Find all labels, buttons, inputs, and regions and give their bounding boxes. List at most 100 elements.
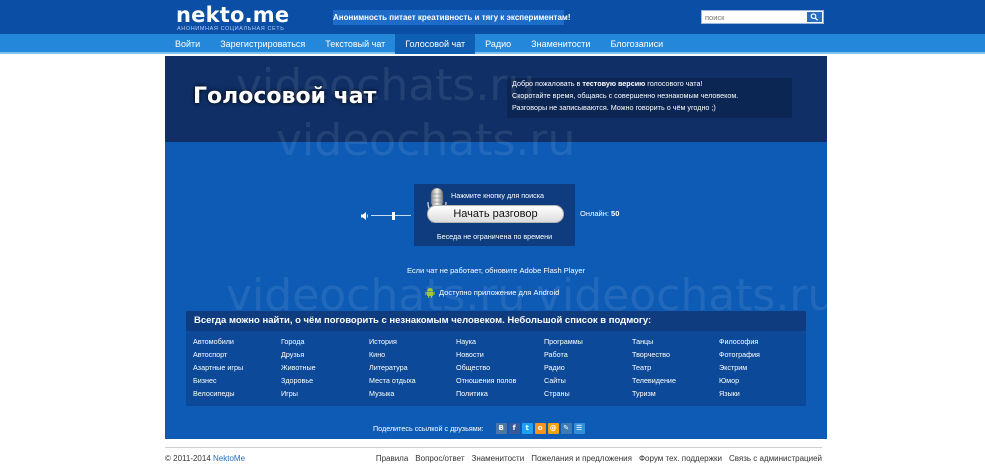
online-label: Онлайн: bbox=[580, 209, 609, 218]
online-count: 50 bbox=[611, 209, 620, 218]
logo-subtitle: АНОНИМНАЯ СОЦИАЛЬНАЯ СЕТЬ bbox=[177, 26, 285, 32]
topic-item[interactable]: Друзья bbox=[281, 348, 316, 361]
topics-panel: Всегда можно найти, о чём поговорить с н… bbox=[186, 311, 806, 406]
nav-register[interactable]: Зарегистрироваться bbox=[210, 34, 315, 54]
topic-column: Автомобили Автоспорт Азартные игры Бизнес Ве… bbox=[193, 335, 243, 400]
site-slogan: Анонимность питает креативность и тягу к… bbox=[333, 10, 571, 25]
topic-item[interactable]: Фотография bbox=[719, 348, 760, 361]
mail-icon[interactable]: @ bbox=[547, 422, 559, 434]
topic-item[interactable]: История bbox=[369, 335, 416, 348]
android-app-label: Доступно приложение для Android bbox=[439, 287, 560, 297]
topic-item[interactable]: Азартные игры bbox=[193, 361, 243, 374]
welcome-line-1-pre: Добро пожаловать в bbox=[512, 79, 583, 88]
topics-title: Всегда можно найти, о чём поговорить с н… bbox=[186, 311, 806, 331]
search-button[interactable] bbox=[807, 12, 822, 22]
welcome-line-3: Разговоры не записываются. Можно говорит… bbox=[512, 103, 716, 112]
call-time-note: Беседа не ограничена по времени bbox=[436, 232, 553, 241]
topic-item[interactable]: Музыка bbox=[369, 387, 416, 400]
liveinternet-icon[interactable]: ☰ bbox=[573, 422, 585, 434]
page-title: Голосовой чат bbox=[193, 84, 377, 109]
footer-link[interactable]: Связь с администрацией bbox=[729, 454, 822, 463]
topic-item[interactable]: Танцы bbox=[632, 335, 676, 348]
footer-link[interactable]: Правила bbox=[376, 454, 408, 463]
topic-item[interactable]: Кино bbox=[369, 348, 416, 361]
topic-item[interactable]: Здоровье bbox=[281, 374, 316, 387]
topic-item[interactable]: Животные bbox=[281, 361, 316, 374]
topic-column: Города Друзья Животные Здоровье Игры bbox=[281, 335, 316, 400]
topic-item[interactable]: Работа bbox=[544, 348, 583, 361]
copyright: © 2011-2014 NektoMe bbox=[165, 454, 245, 463]
twitter-icon[interactable]: t bbox=[521, 422, 533, 434]
topic-item[interactable]: Новости bbox=[456, 348, 516, 361]
topic-item[interactable]: Страны bbox=[544, 387, 583, 400]
copyright-brand-link[interactable]: NektoMe bbox=[213, 454, 245, 463]
share-label: Поделитесь ссылкой с друзьями: bbox=[373, 423, 484, 433]
topic-column: Философия Фотография Экстрим Юмор Языки bbox=[719, 335, 760, 400]
search-icon bbox=[810, 13, 819, 21]
topic-column: Программы Работа Радио Сайты Страны bbox=[544, 335, 583, 400]
topic-item[interactable]: Туризм bbox=[632, 387, 676, 400]
topic-column: Наука Новости Общество Отношения полов Полит… bbox=[456, 335, 516, 400]
topic-item[interactable]: Автомобили bbox=[193, 335, 243, 348]
speaker-icon bbox=[361, 212, 369, 220]
topic-column: Танцы Творчество Театр Телевидение Туризм bbox=[632, 335, 676, 400]
topic-item[interactable]: Творчество bbox=[632, 348, 676, 361]
nav-blog-posts[interactable]: Блогозаписи bbox=[600, 34, 673, 54]
facebook-icon[interactable]: f bbox=[508, 422, 520, 434]
flash-player-note[interactable]: Если чат не работает, обновите Adobe Fla… bbox=[165, 266, 827, 275]
topic-item[interactable]: Экстрим bbox=[719, 361, 760, 374]
call-hint: Нажмите кнопку для поиска bbox=[451, 191, 545, 200]
topic-item[interactable]: Литература bbox=[369, 361, 416, 374]
footer-divider bbox=[165, 447, 822, 448]
share-icons: Вf t о @ ✎ ☰ bbox=[495, 422, 585, 434]
topic-column: История Кино Литература Места отдыха Музыка bbox=[369, 335, 416, 400]
topic-item[interactable]: Бизнес bbox=[193, 374, 243, 387]
share-bar: Поделитесь ссылкой с друзьями: Вf t о @ ✎ ☰ bbox=[373, 421, 585, 435]
topic-item[interactable]: Программы bbox=[544, 335, 583, 348]
topic-item[interactable]: Радио bbox=[544, 361, 583, 374]
topic-item[interactable]: Языки bbox=[719, 387, 760, 400]
footer-link[interactable]: Вопрос/ответ bbox=[415, 454, 464, 463]
vk-icon[interactable]: В bbox=[495, 422, 507, 434]
topic-item[interactable]: Автоспорт bbox=[193, 348, 243, 361]
topic-item[interactable]: Велосипеды bbox=[193, 387, 243, 400]
topic-item[interactable]: Отношения полов bbox=[456, 374, 516, 387]
site-logo[interactable]: nekto.me bbox=[176, 3, 289, 27]
topic-item[interactable]: Наука bbox=[456, 335, 516, 348]
android-icon bbox=[425, 287, 435, 298]
start-conversation-button[interactable]: Начать разговор bbox=[427, 205, 564, 223]
topic-item[interactable]: Города bbox=[281, 335, 316, 348]
livejournal-icon[interactable]: ✎ bbox=[560, 422, 572, 434]
footer-link[interactable]: Форум тех. поддержки bbox=[639, 454, 722, 463]
search-input[interactable] bbox=[705, 11, 801, 23]
nav-text-chat[interactable]: Текстовый чат bbox=[315, 34, 395, 54]
topic-item[interactable]: Игры bbox=[281, 387, 316, 400]
topic-item[interactable]: Сайты bbox=[544, 374, 583, 387]
hero-banner: Голосовой чат Добро пожаловать в тестову… bbox=[165, 56, 827, 142]
online-counter: Онлайн: 50 bbox=[580, 209, 619, 218]
welcome-line-2: Скоротайте время, общаясь с совершенно н… bbox=[512, 91, 739, 100]
topic-item[interactable]: Философия bbox=[719, 335, 760, 348]
main-navigation: Войти Зарегистрироваться Текстовый чат Г… bbox=[0, 34, 985, 54]
nav-radio[interactable]: Радио bbox=[475, 34, 521, 54]
android-app-link[interactable]: Доступно приложение для Android bbox=[425, 286, 559, 298]
footer-link[interactable]: Знаменитости bbox=[471, 454, 524, 463]
welcome-line-1-post: голосового чата! bbox=[645, 79, 703, 88]
topic-item[interactable]: Театр bbox=[632, 361, 676, 374]
topic-item[interactable]: Телевидение bbox=[632, 374, 676, 387]
nav-celebrities[interactable]: Знаменитости bbox=[521, 34, 600, 54]
nav-voice-chat[interactable]: Голосовой чат bbox=[395, 34, 476, 54]
footer-links: Правила Вопрос/ответ Знаменитости Пожелания… bbox=[376, 454, 822, 463]
nav-login[interactable]: Войти bbox=[165, 34, 210, 54]
footer-link[interactable]: Пожелания и предложения bbox=[531, 454, 632, 463]
topic-item[interactable]: Места отдыха bbox=[369, 374, 416, 387]
search-box bbox=[701, 10, 824, 24]
topic-item[interactable]: Юмор bbox=[719, 374, 760, 387]
volume-control bbox=[361, 212, 413, 220]
volume-slider-handle[interactable] bbox=[391, 212, 395, 220]
topic-item[interactable]: Политика bbox=[456, 387, 516, 400]
topic-item[interactable]: Общество bbox=[456, 361, 516, 374]
odnoklassniki-icon[interactable]: о bbox=[534, 422, 546, 434]
welcome-line-1-bold: тестовую версию bbox=[582, 79, 646, 88]
nav-list: Войти Зарегистрироваться Текстовый чат Г… bbox=[165, 34, 673, 54]
